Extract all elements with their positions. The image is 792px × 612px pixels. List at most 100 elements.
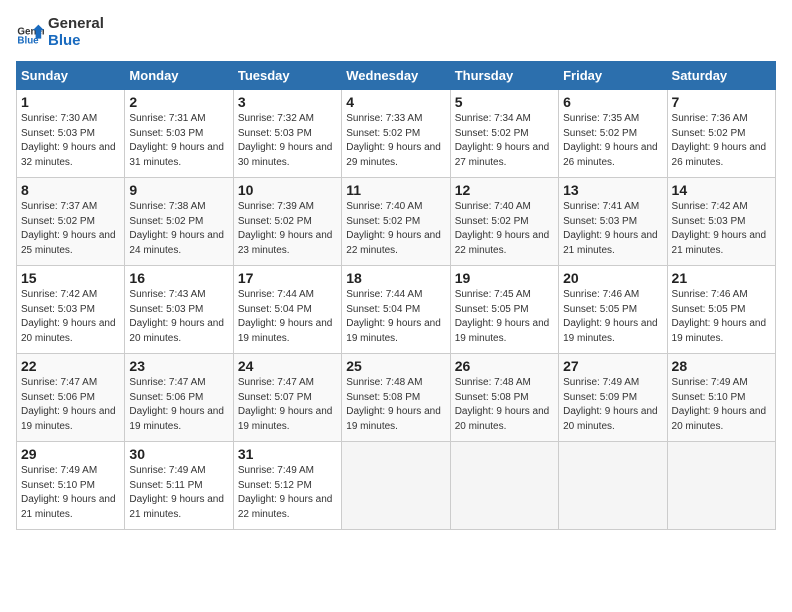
calendar-cell: 31 Sunrise: 7:49 AMSunset: 5:12 PMDaylig… <box>233 442 341 530</box>
calendar-cell: 3 Sunrise: 7:32 AMSunset: 5:03 PMDayligh… <box>233 90 341 178</box>
day-number: 25 <box>346 358 445 374</box>
calendar-cell: 30 Sunrise: 7:49 AMSunset: 5:11 PMDaylig… <box>125 442 233 530</box>
day-info: Sunrise: 7:41 AMSunset: 5:03 PMDaylight:… <box>563 200 662 258</box>
day-info: Sunrise: 7:49 AMSunset: 5:12 PMDaylight:… <box>238 464 337 522</box>
header-friday: Friday <box>559 62 667 90</box>
calendar-cell: 22 Sunrise: 7:47 AMSunset: 5:06 PMDaylig… <box>17 354 125 442</box>
day-info: Sunrise: 7:48 AMSunset: 5:08 PMDaylight:… <box>455 376 554 434</box>
calendar-cell: 24 Sunrise: 7:47 AMSunset: 5:07 PMDaylig… <box>233 354 341 442</box>
day-number: 19 <box>455 270 554 286</box>
day-info: Sunrise: 7:30 AMSunset: 5:03 PMDaylight:… <box>21 112 120 170</box>
logo-icon: General Blue <box>16 19 44 47</box>
day-number: 22 <box>21 358 120 374</box>
calendar-cell: 23 Sunrise: 7:47 AMSunset: 5:06 PMDaylig… <box>125 354 233 442</box>
day-info: Sunrise: 7:49 AMSunset: 5:10 PMDaylight:… <box>21 464 120 522</box>
calendar-cell <box>450 442 558 530</box>
logo: General Blue General Blue <box>16 16 104 49</box>
day-info: Sunrise: 7:47 AMSunset: 5:06 PMDaylight:… <box>129 376 228 434</box>
calendar-cell: 20 Sunrise: 7:46 AMSunset: 5:05 PMDaylig… <box>559 266 667 354</box>
calendar-week-row: 1 Sunrise: 7:30 AMSunset: 5:03 PMDayligh… <box>17 90 776 178</box>
day-info: Sunrise: 7:33 AMSunset: 5:02 PMDaylight:… <box>346 112 445 170</box>
calendar-cell: 15 Sunrise: 7:42 AMSunset: 5:03 PMDaylig… <box>17 266 125 354</box>
day-number: 18 <box>346 270 445 286</box>
calendar-cell: 27 Sunrise: 7:49 AMSunset: 5:09 PMDaylig… <box>559 354 667 442</box>
day-info: Sunrise: 7:48 AMSunset: 5:08 PMDaylight:… <box>346 376 445 434</box>
day-number: 12 <box>455 182 554 198</box>
calendar-cell: 28 Sunrise: 7:49 AMSunset: 5:10 PMDaylig… <box>667 354 775 442</box>
day-number: 2 <box>129 94 228 110</box>
day-info: Sunrise: 7:39 AMSunset: 5:02 PMDaylight:… <box>238 200 337 258</box>
calendar-cell: 5 Sunrise: 7:34 AMSunset: 5:02 PMDayligh… <box>450 90 558 178</box>
day-number: 15 <box>21 270 120 286</box>
calendar-cell: 10 Sunrise: 7:39 AMSunset: 5:02 PMDaylig… <box>233 178 341 266</box>
day-number: 21 <box>672 270 771 286</box>
page-header: General Blue General Blue <box>16 16 776 49</box>
day-info: Sunrise: 7:49 AMSunset: 5:10 PMDaylight:… <box>672 376 771 434</box>
day-info: Sunrise: 7:44 AMSunset: 5:04 PMDaylight:… <box>238 288 337 346</box>
calendar-cell: 1 Sunrise: 7:30 AMSunset: 5:03 PMDayligh… <box>17 90 125 178</box>
calendar-week-row: 8 Sunrise: 7:37 AMSunset: 5:02 PMDayligh… <box>17 178 776 266</box>
calendar-cell: 4 Sunrise: 7:33 AMSunset: 5:02 PMDayligh… <box>342 90 450 178</box>
calendar-week-row: 22 Sunrise: 7:47 AMSunset: 5:06 PMDaylig… <box>17 354 776 442</box>
day-number: 24 <box>238 358 337 374</box>
day-number: 14 <box>672 182 771 198</box>
calendar-cell: 7 Sunrise: 7:36 AMSunset: 5:02 PMDayligh… <box>667 90 775 178</box>
day-info: Sunrise: 7:47 AMSunset: 5:06 PMDaylight:… <box>21 376 120 434</box>
calendar-cell: 13 Sunrise: 7:41 AMSunset: 5:03 PMDaylig… <box>559 178 667 266</box>
calendar-cell: 9 Sunrise: 7:38 AMSunset: 5:02 PMDayligh… <box>125 178 233 266</box>
calendar-cell: 26 Sunrise: 7:48 AMSunset: 5:08 PMDaylig… <box>450 354 558 442</box>
day-number: 26 <box>455 358 554 374</box>
day-number: 5 <box>455 94 554 110</box>
day-number: 11 <box>346 182 445 198</box>
day-number: 31 <box>238 446 337 462</box>
day-info: Sunrise: 7:37 AMSunset: 5:02 PMDaylight:… <box>21 200 120 258</box>
header-tuesday: Tuesday <box>233 62 341 90</box>
header-sunday: Sunday <box>17 62 125 90</box>
day-number: 20 <box>563 270 662 286</box>
calendar-cell: 19 Sunrise: 7:45 AMSunset: 5:05 PMDaylig… <box>450 266 558 354</box>
day-number: 1 <box>21 94 120 110</box>
day-info: Sunrise: 7:45 AMSunset: 5:05 PMDaylight:… <box>455 288 554 346</box>
day-number: 4 <box>346 94 445 110</box>
calendar-cell: 18 Sunrise: 7:44 AMSunset: 5:04 PMDaylig… <box>342 266 450 354</box>
day-number: 28 <box>672 358 771 374</box>
calendar-cell <box>342 442 450 530</box>
calendar-cell: 25 Sunrise: 7:48 AMSunset: 5:08 PMDaylig… <box>342 354 450 442</box>
day-info: Sunrise: 7:36 AMSunset: 5:02 PMDaylight:… <box>672 112 771 170</box>
calendar-cell: 16 Sunrise: 7:43 AMSunset: 5:03 PMDaylig… <box>125 266 233 354</box>
calendar-cell: 29 Sunrise: 7:49 AMSunset: 5:10 PMDaylig… <box>17 442 125 530</box>
calendar-cell: 21 Sunrise: 7:46 AMSunset: 5:05 PMDaylig… <box>667 266 775 354</box>
calendar-cell: 6 Sunrise: 7:35 AMSunset: 5:02 PMDayligh… <box>559 90 667 178</box>
day-info: Sunrise: 7:46 AMSunset: 5:05 PMDaylight:… <box>672 288 771 346</box>
calendar-cell: 8 Sunrise: 7:37 AMSunset: 5:02 PMDayligh… <box>17 178 125 266</box>
day-number: 23 <box>129 358 228 374</box>
calendar-cell: 12 Sunrise: 7:40 AMSunset: 5:02 PMDaylig… <box>450 178 558 266</box>
day-info: Sunrise: 7:43 AMSunset: 5:03 PMDaylight:… <box>129 288 228 346</box>
calendar-table: SundayMondayTuesdayWednesdayThursdayFrid… <box>16 61 776 530</box>
day-info: Sunrise: 7:49 AMSunset: 5:09 PMDaylight:… <box>563 376 662 434</box>
calendar-cell: 17 Sunrise: 7:44 AMSunset: 5:04 PMDaylig… <box>233 266 341 354</box>
day-number: 27 <box>563 358 662 374</box>
calendar-cell: 11 Sunrise: 7:40 AMSunset: 5:02 PMDaylig… <box>342 178 450 266</box>
day-number: 8 <box>21 182 120 198</box>
day-info: Sunrise: 7:49 AMSunset: 5:11 PMDaylight:… <box>129 464 228 522</box>
day-number: 3 <box>238 94 337 110</box>
day-number: 16 <box>129 270 228 286</box>
header-wednesday: Wednesday <box>342 62 450 90</box>
day-info: Sunrise: 7:31 AMSunset: 5:03 PMDaylight:… <box>129 112 228 170</box>
day-info: Sunrise: 7:46 AMSunset: 5:05 PMDaylight:… <box>563 288 662 346</box>
calendar-cell <box>559 442 667 530</box>
calendar-header-row: SundayMondayTuesdayWednesdayThursdayFrid… <box>17 62 776 90</box>
calendar-cell <box>667 442 775 530</box>
day-number: 17 <box>238 270 337 286</box>
calendar-cell: 2 Sunrise: 7:31 AMSunset: 5:03 PMDayligh… <box>125 90 233 178</box>
day-info: Sunrise: 7:44 AMSunset: 5:04 PMDaylight:… <box>346 288 445 346</box>
header-monday: Monday <box>125 62 233 90</box>
day-info: Sunrise: 7:47 AMSunset: 5:07 PMDaylight:… <box>238 376 337 434</box>
day-number: 30 <box>129 446 228 462</box>
header-saturday: Saturday <box>667 62 775 90</box>
day-number: 10 <box>238 182 337 198</box>
day-number: 9 <box>129 182 228 198</box>
day-info: Sunrise: 7:34 AMSunset: 5:02 PMDaylight:… <box>455 112 554 170</box>
day-number: 6 <box>563 94 662 110</box>
